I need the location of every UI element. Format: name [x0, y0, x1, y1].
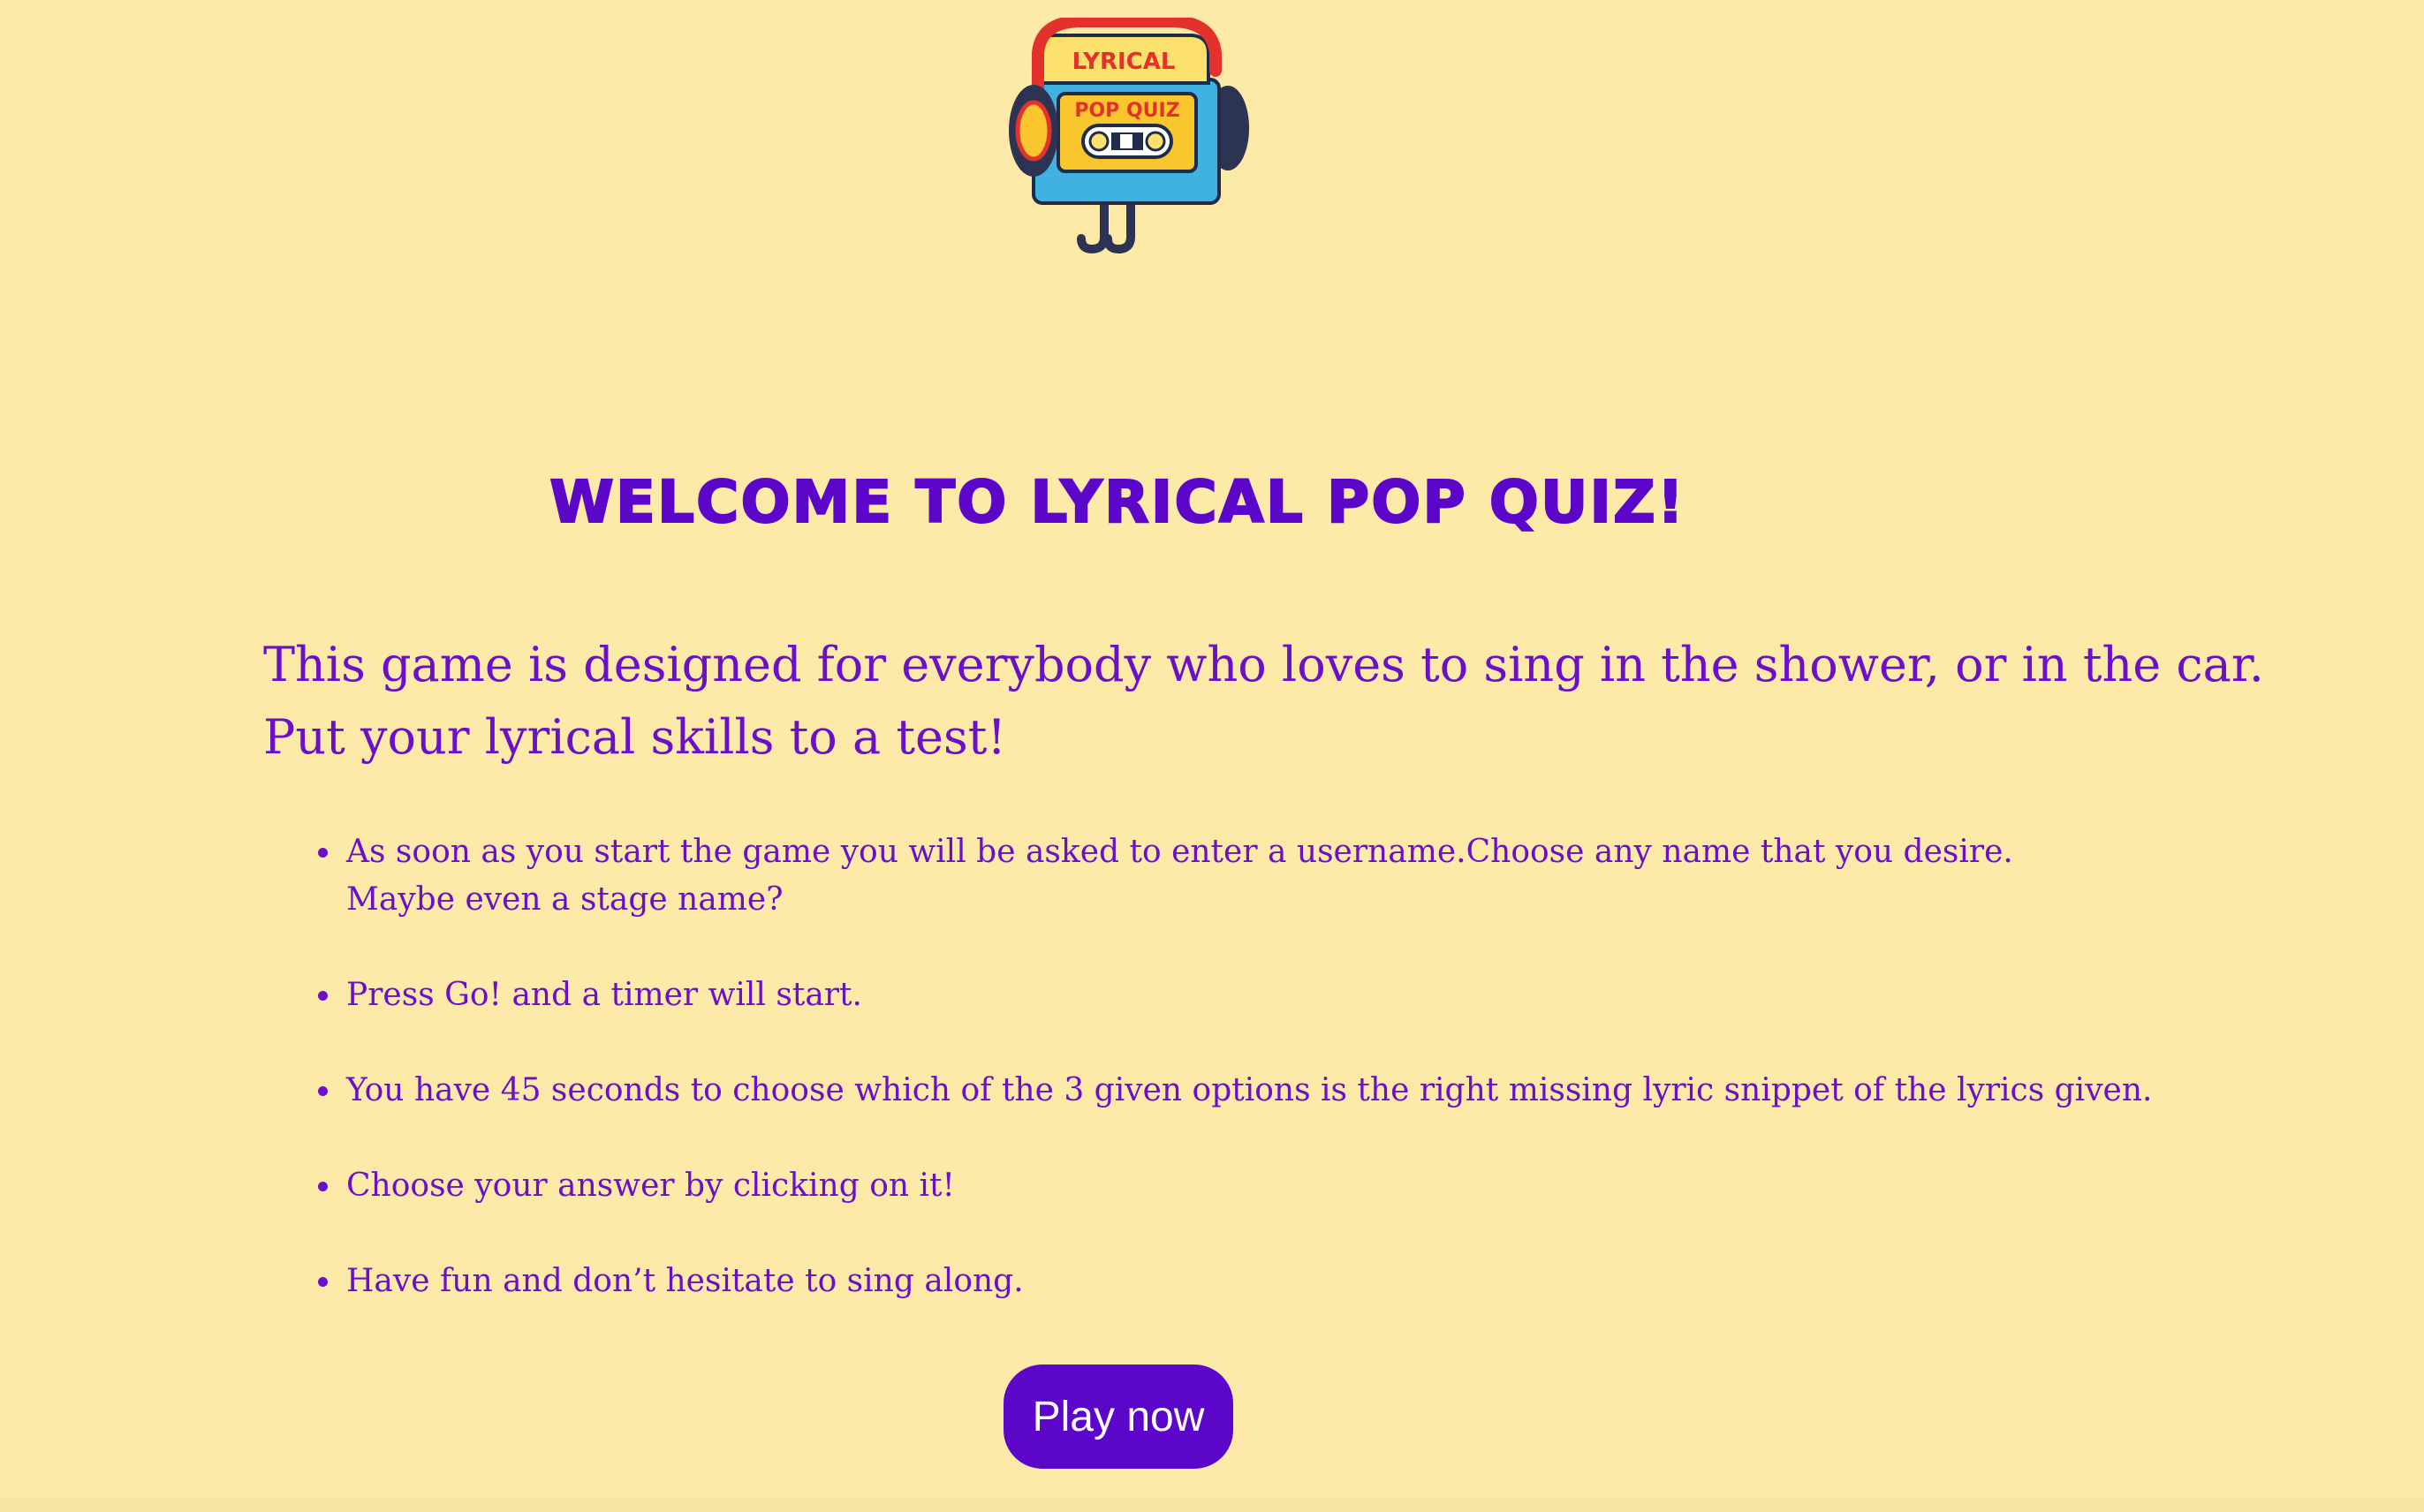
rule-text: Choose your answer by clicking on it! [346, 1168, 955, 1204]
intro-text: This game is designed for everybody who … [263, 629, 2295, 774]
list-item: Press Go! and a timer will start. [311, 971, 2254, 1019]
logo-text-lyrical: LYRICAL [1072, 49, 1176, 75]
rule-text: As soon as you start the game you will b… [346, 834, 2013, 870]
page-bottom-edge [0, 1498, 2424, 1512]
rule-text: Have fun and don’t hesitate to sing alon… [346, 1263, 1024, 1299]
rules-list: As soon as you start the game you will b… [311, 828, 2254, 1353]
list-item: As soon as you start the game you will b… [311, 828, 2254, 924]
page-title: Welcome to Lyrical Pop Quiz! [549, 467, 1685, 537]
play-now-button[interactable]: Play now [1004, 1365, 1233, 1469]
intro-line-2: Put your lyrical skills to a test! [263, 709, 1007, 765]
list-item: Choose your answer by clicking on it! [311, 1162, 2254, 1210]
rule-text: You have 45 seconds to choose which of t… [346, 1072, 2153, 1108]
intro-line-1: This game is designed for everybody who … [263, 637, 2264, 692]
list-item: You have 45 seconds to choose which of t… [311, 1067, 2254, 1115]
rule-text: Press Go! and a timer will start. [346, 977, 862, 1013]
lyrical-pop-quiz-logo: LYRICAL POP QUIZ [1009, 18, 1249, 254]
list-item: Have fun and don’t hesitate to sing alon… [311, 1258, 2254, 1305]
logo-text-pop-quiz: POP QUIZ [1074, 100, 1179, 122]
rule-text: Maybe even a stage name? [346, 881, 784, 918]
